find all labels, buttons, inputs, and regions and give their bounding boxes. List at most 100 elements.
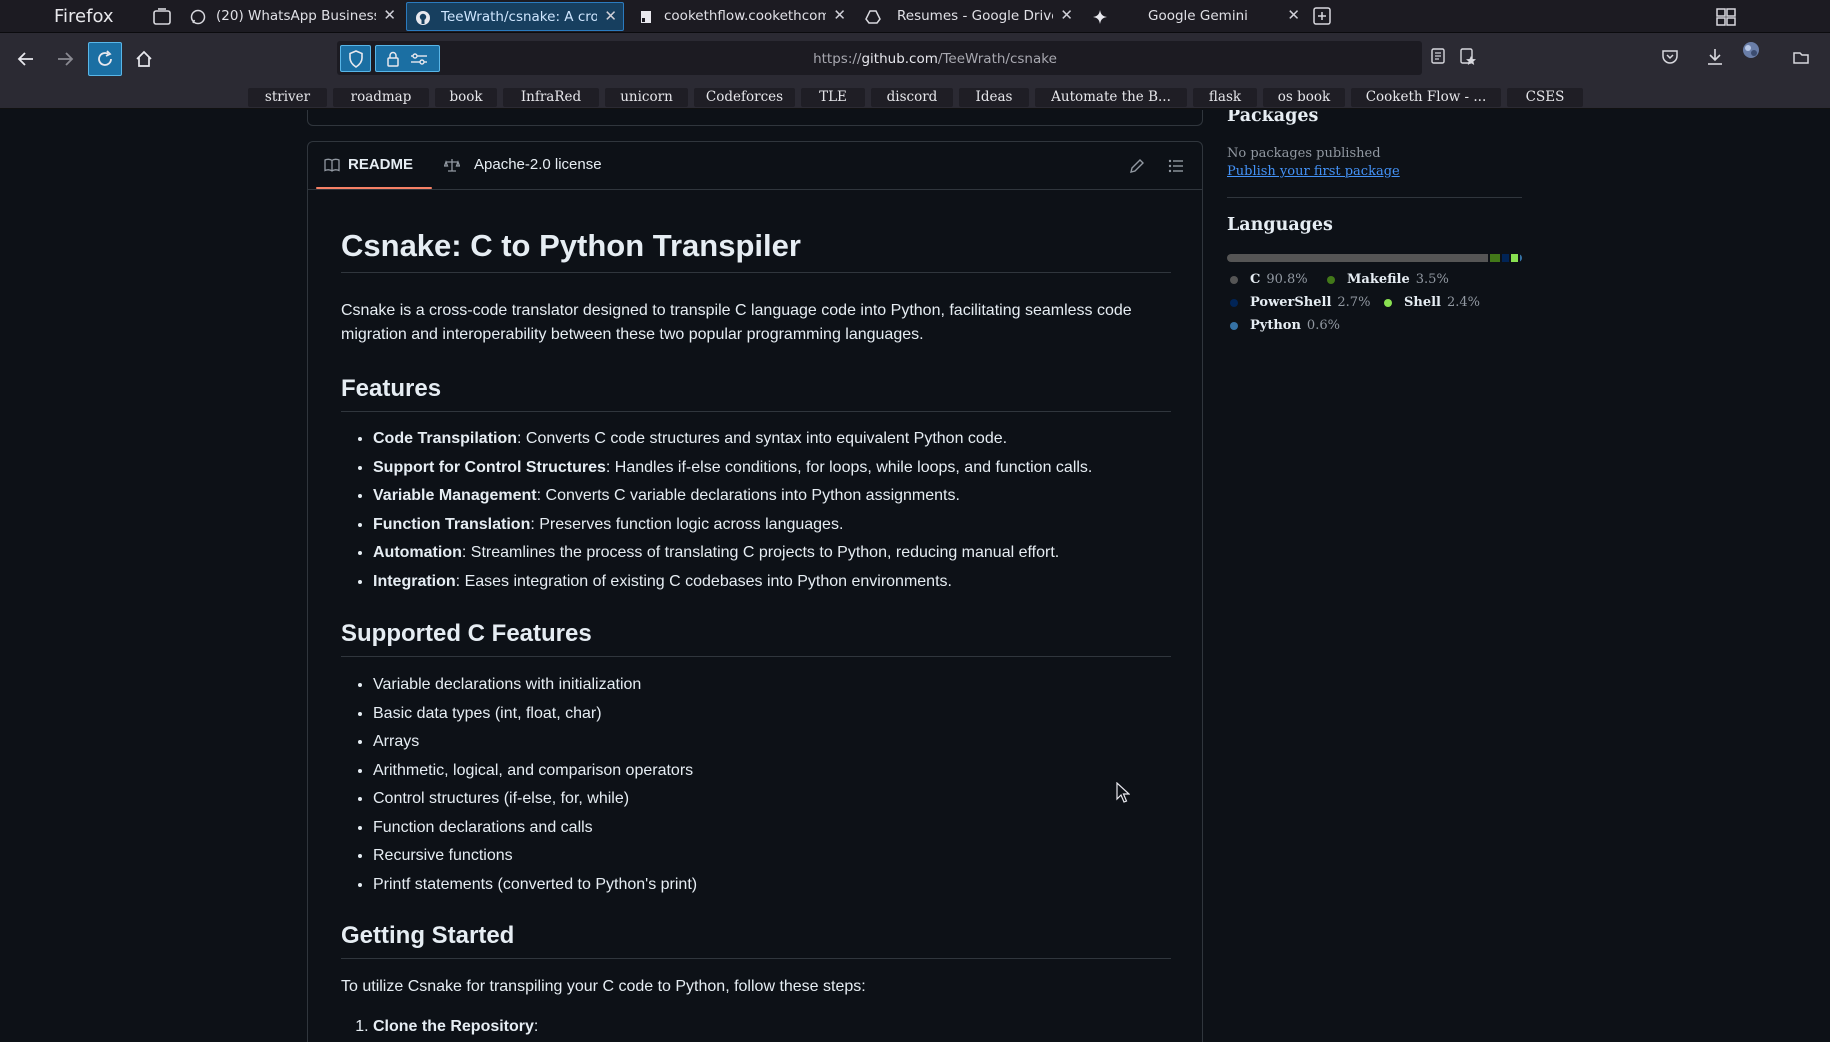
github-icon bbox=[416, 11, 430, 25]
tab-license[interactable]: Apache-2.0 license bbox=[444, 156, 602, 173]
language-name: PowerShell bbox=[1250, 295, 1332, 310]
languages-heading: Languages bbox=[1227, 215, 1333, 235]
language-percent: 3.5% bbox=[1415, 272, 1449, 287]
bookmark-item[interactable]: Ideas bbox=[959, 88, 1029, 107]
language-dot bbox=[1230, 321, 1238, 330]
url-text[interactable]: https://github.com/TeeWrath/csnake bbox=[0, 51, 1830, 67]
url-path: /TeeWrath/csnake bbox=[937, 51, 1057, 67]
list-item: Variable Management: Converts C variable… bbox=[373, 484, 1163, 513]
document-icon bbox=[641, 11, 651, 23]
language-python[interactable]: Python 0.6% bbox=[1230, 318, 1340, 333]
bookmark-item[interactable]: Codeforces bbox=[694, 88, 795, 107]
bookmark-item[interactable]: flask bbox=[1193, 88, 1257, 107]
language-dot bbox=[1230, 298, 1238, 307]
bookmark-item[interactable]: os book bbox=[1263, 88, 1345, 107]
getting-started-intro: To utilize Csnake for transpiling your C… bbox=[341, 978, 866, 995]
active-tab-underline bbox=[316, 187, 432, 189]
features-list: Code Transpilation: Converts C code stru… bbox=[373, 427, 1163, 598]
mouse-cursor-icon bbox=[1116, 782, 1130, 803]
language-shell[interactable]: Shell 2.4% bbox=[1384, 295, 1480, 310]
list-item: Basic data types (int, float, char) bbox=[373, 702, 1163, 731]
supported-features-heading: Supported C Features bbox=[341, 620, 1171, 657]
tab-title: cookethflow.cookethcompany bbox=[664, 8, 826, 24]
list-item: Variable declarations with initializatio… bbox=[373, 673, 1163, 702]
google-drive-icon bbox=[865, 10, 881, 24]
language-percent: 2.4% bbox=[1447, 295, 1481, 310]
tab-title: (20) WhatsApp Business bbox=[216, 8, 376, 24]
list-item: Function Translation: Preserves function… bbox=[373, 513, 1163, 542]
language-c[interactable]: C 90.8% bbox=[1230, 272, 1308, 287]
list-item: Function declarations and calls bbox=[373, 816, 1163, 845]
whatsapp-icon bbox=[190, 9, 206, 25]
list-item: Automation: Streamlines the process of t… bbox=[373, 541, 1163, 570]
language-bar-segment bbox=[1227, 254, 1488, 262]
tab-gemini[interactable]: Google Gemini ✕ bbox=[1084, 2, 1306, 31]
bookmark-item[interactable]: TLE bbox=[801, 88, 865, 107]
language-name: C bbox=[1250, 272, 1261, 287]
languages-bar bbox=[1227, 254, 1522, 262]
tab-overview-icon[interactable] bbox=[152, 7, 172, 27]
divider bbox=[1227, 197, 1522, 198]
list-all-tabs-icon[interactable] bbox=[1715, 6, 1737, 28]
readme-header: README Apache-2.0 license bbox=[308, 142, 1202, 190]
bookmark-item[interactable]: unicorn bbox=[605, 88, 688, 107]
bookmark-item[interactable]: striver bbox=[248, 88, 327, 107]
language-bar-segment bbox=[1501, 254, 1510, 262]
language-percent: 2.7% bbox=[1337, 295, 1371, 310]
language-makefile[interactable]: Makefile 3.5% bbox=[1327, 272, 1449, 287]
list-item: Recursive functions bbox=[373, 844, 1163, 873]
language-powershell[interactable]: PowerShell 2.7% bbox=[1230, 295, 1370, 310]
bookmark-item[interactable]: discord bbox=[871, 88, 953, 107]
close-tab-icon[interactable]: ✕ bbox=[833, 6, 846, 24]
bookmark-item[interactable]: book bbox=[435, 88, 497, 107]
tab-whatsapp[interactable]: (20) WhatsApp Business ✕ bbox=[182, 2, 402, 31]
bookmark-item[interactable]: roadmap bbox=[333, 88, 429, 107]
bookmark-item[interactable]: InfraRed bbox=[503, 88, 599, 107]
language-percent: 90.8% bbox=[1266, 272, 1308, 287]
close-tab-icon[interactable]: ✕ bbox=[604, 7, 617, 25]
gemini-icon bbox=[1093, 10, 1107, 24]
book-icon bbox=[324, 158, 340, 172]
language-dot bbox=[1384, 298, 1392, 307]
tab-cookethflow[interactable]: cookethflow.cookethcompany ✕ bbox=[630, 2, 852, 31]
list-item: Clone the Repository: bbox=[373, 1015, 1163, 1042]
edit-pencil-icon[interactable] bbox=[1128, 157, 1146, 175]
bookmark-item[interactable]: CSES bbox=[1507, 88, 1583, 107]
list-item: Code Transpilation: Converts C code stru… bbox=[373, 427, 1163, 456]
tab-github[interactable]: TeeWrath/csnake: A cross-code translator… bbox=[406, 2, 624, 31]
close-tab-icon[interactable]: ✕ bbox=[1060, 6, 1073, 24]
url-host: github.com bbox=[861, 51, 938, 67]
tab-title: TeeWrath/csnake: A cross-code translator bbox=[441, 9, 597, 25]
language-percent: 0.6% bbox=[1306, 318, 1340, 333]
list-item: Arithmetic, logical, and comparison oper… bbox=[373, 759, 1163, 788]
tab-license-label: Apache-2.0 license bbox=[474, 156, 602, 173]
outline-list-icon[interactable] bbox=[1167, 157, 1185, 175]
tab-google-drive[interactable]: Resumes - Google Drive ✕ bbox=[857, 2, 1079, 31]
page-content: README Apache-2.0 license Csnake: C to P… bbox=[0, 110, 1830, 1042]
new-tab-icon[interactable] bbox=[1312, 6, 1332, 26]
language-name: Makefile bbox=[1347, 272, 1410, 287]
packages-heading: Packages bbox=[1227, 110, 1319, 126]
bookmark-item[interactable]: Cooketh Flow - ... bbox=[1351, 88, 1501, 107]
language-bar-segment bbox=[1489, 254, 1500, 262]
readme-intro: Csnake is a cross-code translator design… bbox=[341, 302, 1132, 343]
list-item: Integration: Eases integration of existi… bbox=[373, 570, 1163, 599]
supported-features-list: Variable declarations with initializatio… bbox=[373, 673, 1163, 901]
language-bar-segment bbox=[1511, 254, 1519, 262]
file-list-box bbox=[307, 110, 1203, 126]
readme-title: Csnake: C to Python Transpiler bbox=[341, 228, 1171, 273]
list-item: Printf statements (converted to Python's… bbox=[373, 873, 1163, 902]
language-bar-segment bbox=[1520, 254, 1522, 262]
publish-package-link[interactable]: Publish your first package bbox=[1227, 164, 1400, 179]
bookmarks-toolbar: striver roadmap book InfraRed unicorn Co… bbox=[0, 85, 1830, 109]
list-item: Support for Control Structures: Handles … bbox=[373, 456, 1163, 485]
getting-started-heading: Getting Started bbox=[341, 922, 1171, 959]
tab-readme[interactable]: README bbox=[324, 156, 413, 173]
close-tab-icon[interactable]: ✕ bbox=[1287, 6, 1300, 24]
readme-box: README Apache-2.0 license Csnake: C to P… bbox=[307, 141, 1203, 1042]
packages-empty-text: No packages published bbox=[1227, 146, 1381, 161]
bookmark-item[interactable]: Automate the B... bbox=[1035, 88, 1187, 107]
scale-icon bbox=[444, 158, 460, 172]
close-tab-icon[interactable]: ✕ bbox=[383, 6, 396, 24]
features-heading: Features bbox=[341, 375, 1171, 412]
